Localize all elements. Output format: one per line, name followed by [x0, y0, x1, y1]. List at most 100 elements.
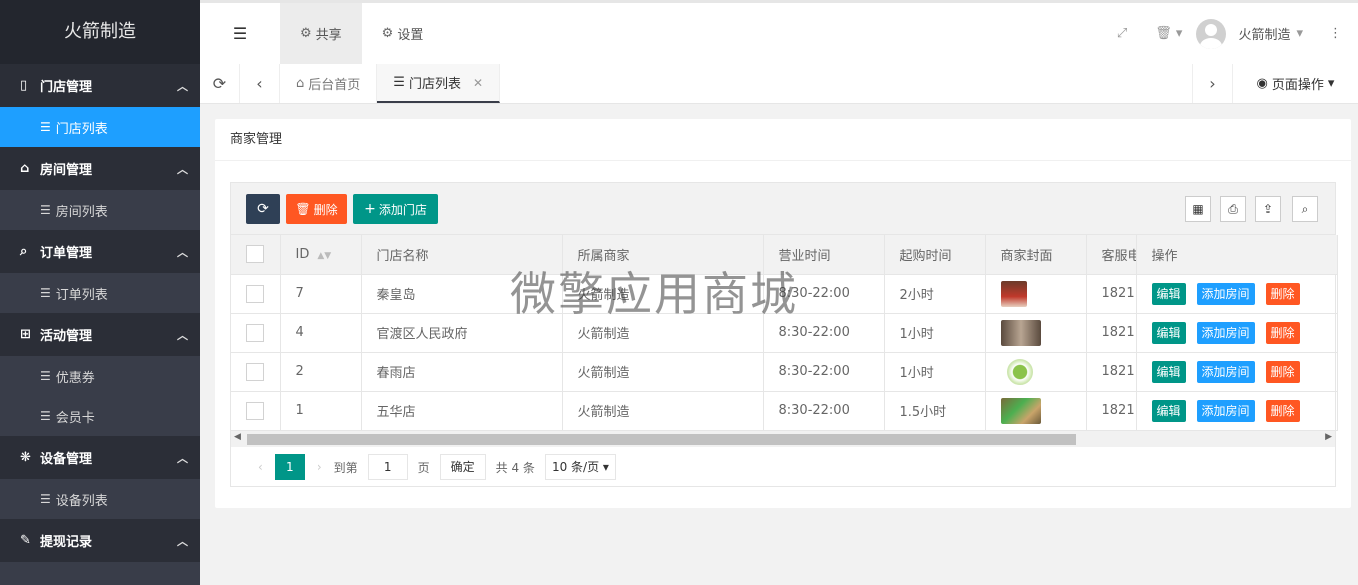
- sidebar-item-label: 设备列表: [55, 493, 108, 509]
- delete-row-button[interactable]: 删除: [1265, 360, 1300, 383]
- sidebar-group-withdraw[interactable]: ✎ 提现记录 ︿: [0, 519, 200, 562]
- chevron-left-icon[interactable]: ‹: [240, 64, 280, 103]
- page-tab-home[interactable]: ⌂ 后台首页: [280, 64, 378, 103]
- table-row: 2 春雨店 火箭制造 8:30-22:00 1小时 1821 编辑 添加房间 删除: [231, 352, 1338, 392]
- tab-settings[interactable]: ⚙ 设置: [362, 3, 444, 64]
- prev-page-icon[interactable]: ‹: [258, 460, 263, 474]
- export-icon[interactable]: ⇪: [1255, 196, 1281, 222]
- tab-share[interactable]: ⚙ 共享: [280, 3, 362, 64]
- fullscreen-icon[interactable]: ⤢: [1103, 26, 1141, 41]
- close-icon[interactable]: ✕: [473, 76, 483, 90]
- top-header: ☰ ⚙ 共享 ⚙ 设置 ⤢ 🗑 ▾ 火箭制造 ▾ ⋮: [200, 0, 1358, 64]
- cover-image[interactable]: [1006, 358, 1033, 385]
- cell-name: 五华店: [361, 391, 563, 431]
- row-checkbox-cell: [231, 352, 281, 392]
- page-tabbar: ⟳ ‹ ⌂ 后台首页 ☰ 门店列表 ✕ › ◉ 页面操作 ▾: [200, 64, 1358, 104]
- row-checkbox[interactable]: [246, 323, 264, 342]
- row-checkbox[interactable]: [246, 401, 264, 420]
- select-all-checkbox[interactable]: [246, 245, 264, 264]
- sidebar-item-room-list[interactable]: ☰ 房间列表: [0, 190, 200, 230]
- trash-icon: 🗑: [295, 202, 311, 216]
- radio-icon: ◉: [1256, 76, 1268, 91]
- sidebar-item-store-list[interactable]: ☰ 门店列表: [0, 107, 200, 147]
- delete-button[interactable]: 🗑 删除: [286, 194, 347, 224]
- table-header-row: ID ▲▼ 门店名称 所属商家 营业时间 起购时间 商家封面 客服电话 操作: [231, 235, 1338, 275]
- delete-row-button[interactable]: 删除: [1265, 321, 1300, 344]
- store-icon: ▯: [20, 78, 28, 93]
- sidebar-item-order-list[interactable]: ☰ 订单列表: [0, 273, 200, 313]
- cover-image[interactable]: [1000, 319, 1041, 346]
- sidebar-item-coupon[interactable]: ☰ 优惠券: [0, 356, 200, 396]
- columns-icon[interactable]: ▦: [1185, 196, 1211, 222]
- trash-dropdown-icon[interactable]: 🗑 ▾: [1141, 26, 1196, 41]
- sidebar-group-room[interactable]: ⌂ 房间管理 ︿: [0, 147, 200, 190]
- sidebar-group-device[interactable]: ❋ 设备管理 ︿: [0, 436, 200, 479]
- list-icon: ☰: [393, 75, 405, 90]
- row-checkbox[interactable]: [246, 362, 264, 381]
- more-icon[interactable]: ⋮: [1313, 26, 1358, 41]
- store-table: ID ▲▼ 门店名称 所属商家 营业时间 起购时间 商家封面 客服电话 操作 7 …: [231, 235, 1338, 431]
- sidebar-item-label: 订单列表: [55, 287, 108, 303]
- scroll-right-icon[interactable]: ▶: [1325, 432, 1332, 442]
- edit-button[interactable]: 编辑: [1151, 360, 1186, 383]
- chevron-right-icon[interactable]: ›: [1192, 64, 1232, 103]
- sidebar-item-member-card[interactable]: ☰ 会员卡: [0, 396, 200, 436]
- horizontal-scrollbar[interactable]: ◀ ▶: [231, 431, 1335, 447]
- chevron-up-icon: ︿: [177, 451, 188, 465]
- add-room-button[interactable]: 添加房间: [1196, 321, 1255, 344]
- row-checkbox[interactable]: [246, 284, 264, 303]
- sidebar-group-label: 门店管理: [40, 80, 93, 95]
- add-store-button[interactable]: + 添加门店: [353, 194, 438, 224]
- page-tab-label: 后台首页: [308, 78, 361, 93]
- sort-icon[interactable]: ▲▼: [317, 251, 331, 261]
- header-cover: 商家封面: [985, 235, 1087, 275]
- sidebar-group-activity[interactable]: ⊞ 活动管理 ︿: [0, 313, 200, 356]
- row-checkbox-cell: [231, 313, 281, 353]
- page-size-select[interactable]: 10 条/页 ▾: [544, 454, 616, 480]
- page-ops-dropdown[interactable]: ◉ 页面操作 ▾: [1232, 64, 1358, 103]
- avatar[interactable]: [1196, 18, 1227, 49]
- cell-phone: 1821: [1086, 391, 1137, 431]
- tab-label: 设置: [397, 28, 424, 43]
- user-name[interactable]: 火箭制造: [1238, 24, 1290, 43]
- cell-merchant: 火箭制造: [562, 313, 764, 353]
- delete-row-button[interactable]: 删除: [1265, 282, 1300, 305]
- next-page-icon[interactable]: ›: [317, 460, 322, 474]
- page-input[interactable]: 1: [367, 454, 408, 480]
- scroll-left-icon[interactable]: ◀: [234, 432, 241, 442]
- confirm-button[interactable]: 确定: [439, 454, 486, 480]
- edit-button[interactable]: 编辑: [1151, 282, 1186, 305]
- menu-toggle-icon[interactable]: ☰: [200, 3, 280, 64]
- search-icon[interactable]: ⌕: [1292, 196, 1318, 222]
- refresh-button[interactable]: ⟳: [246, 194, 280, 224]
- page-tab-store-list[interactable]: ☰ 门店列表 ✕: [377, 64, 501, 103]
- sidebar-group-store[interactable]: ▯ 门店管理 ︿: [0, 64, 200, 107]
- cover-image[interactable]: [1000, 280, 1027, 307]
- delete-row-button[interactable]: 删除: [1265, 399, 1300, 422]
- sidebar-group-order[interactable]: ⌕ 订单管理 ︿: [0, 230, 200, 273]
- refresh-icon[interactable]: ⟳: [200, 64, 240, 103]
- current-page[interactable]: 1: [274, 454, 305, 480]
- sidebar-group-label: 订单管理: [40, 246, 93, 261]
- cell-actions: 编辑 添加房间 删除: [1136, 352, 1338, 392]
- add-room-button[interactable]: 添加房间: [1196, 360, 1255, 383]
- header-id[interactable]: ID ▲▼: [280, 235, 362, 275]
- edit-button[interactable]: 编辑: [1151, 321, 1186, 344]
- chevron-up-icon: ︿: [177, 79, 188, 93]
- add-room-button[interactable]: 添加房间: [1196, 282, 1255, 305]
- add-room-button[interactable]: 添加房间: [1196, 399, 1255, 422]
- scrollbar-thumb[interactable]: [247, 434, 1076, 445]
- sidebar-item-device-list[interactable]: ☰ 设备列表: [0, 479, 200, 519]
- cell-hours: 8:30-22:00: [763, 391, 885, 431]
- table-row: 4 官渡区人民政府 火箭制造 8:30-22:00 1小时 1821 编辑 添加房…: [231, 313, 1338, 353]
- cell-phone: 1821: [1086, 274, 1137, 314]
- chevron-down-icon[interactable]: ▾: [1296, 26, 1313, 41]
- sidebar-group-label: 设备管理: [40, 452, 93, 467]
- page-tab-label: 门店列表: [408, 77, 461, 92]
- gear-icon: ⚙: [300, 26, 312, 41]
- cell-hours: 8:30-22:00: [763, 274, 885, 314]
- cover-image[interactable]: [1000, 397, 1041, 424]
- edit-button[interactable]: 编辑: [1151, 399, 1186, 422]
- print-icon[interactable]: ⎙: [1220, 196, 1246, 222]
- home-icon: ⌂: [20, 161, 30, 176]
